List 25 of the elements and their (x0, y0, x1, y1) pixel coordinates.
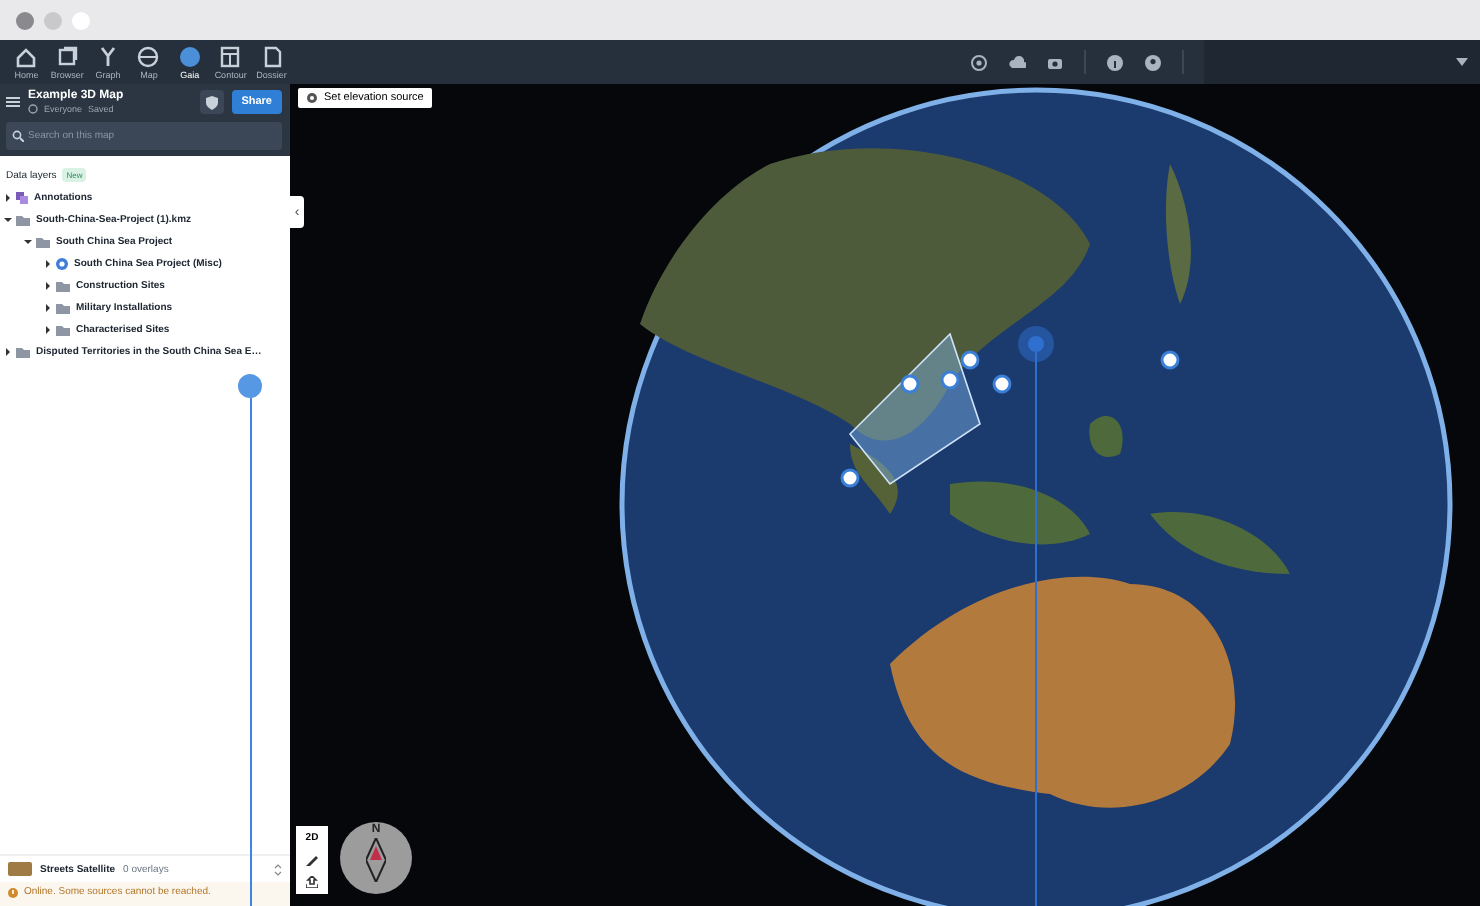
annotation-icon (16, 192, 28, 204)
menu-icon[interactable] (6, 96, 20, 108)
camera-icon[interactable] (1046, 53, 1064, 71)
target-icon[interactable] (970, 53, 988, 71)
document-icon (259, 44, 284, 68)
window-close-button[interactable] (16, 11, 34, 29)
table-icon (218, 44, 243, 68)
basemap-thumbnail (8, 862, 32, 876)
compass-needle-icon (366, 838, 386, 882)
folder-icon (16, 347, 30, 357)
home-icon (14, 44, 39, 68)
caret-icon[interactable] (1456, 58, 1468, 66)
permissions-button[interactable] (199, 90, 224, 114)
gear-icon (306, 92, 318, 104)
chevron-updown-icon (274, 863, 282, 875)
search-icon (12, 130, 24, 142)
info-icon[interactable] (1106, 53, 1124, 71)
shield-icon (205, 95, 218, 109)
windows-icon (55, 44, 80, 68)
warning-icon (8, 887, 18, 897)
graph-icon (96, 44, 121, 68)
cloud-upload-icon[interactable] (1008, 53, 1026, 71)
upload-icon[interactable] (306, 876, 318, 888)
pencil-icon[interactable] (306, 854, 318, 866)
layer-icon (56, 258, 68, 270)
